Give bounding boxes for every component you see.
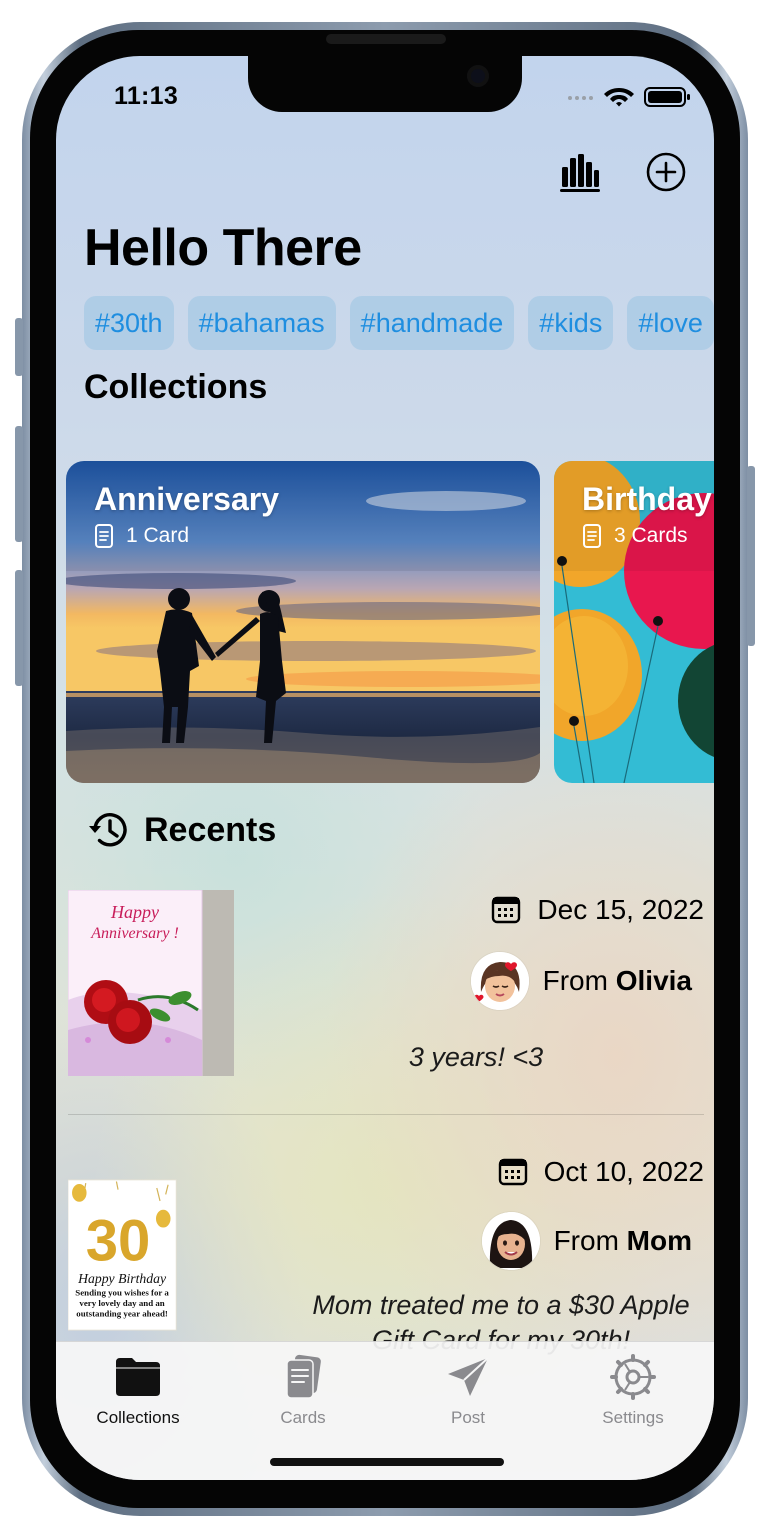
- collection-count: 1 Card: [126, 524, 190, 547]
- recent-date: Oct 10, 2022: [543, 1156, 704, 1187]
- add-icon[interactable]: [644, 150, 688, 194]
- tab-label: Post: [450, 1408, 486, 1427]
- tab-label: Settings: [602, 1408, 664, 1427]
- volume-down-button: [15, 570, 23, 686]
- date-row: Dec 15, 2022: [491, 894, 704, 926]
- cards-icon: [286, 1354, 321, 1399]
- from-prefix: From: [542, 965, 608, 996]
- recent-date: Dec 15, 2022: [537, 894, 704, 925]
- calendar-icon: [498, 1158, 527, 1186]
- collections-heading: Collections: [84, 368, 268, 406]
- tag-chip[interactable]: #30th: [84, 296, 174, 350]
- volume-up-button: [15, 426, 23, 542]
- card-text-line: Sending you wishes for a very lovely day…: [75, 1288, 169, 1319]
- front-camera: [467, 65, 489, 87]
- tag-chip[interactable]: #bahamas: [187, 296, 336, 350]
- collection-count-row: 3 Cards: [582, 523, 688, 549]
- card-icon: [583, 524, 601, 548]
- collection-card-birthday[interactable]: Birthday 3 Cards: [554, 461, 714, 783]
- collection-title: Birthday: [582, 481, 712, 517]
- tab-label: Collections: [96, 1408, 180, 1427]
- card-number: 30: [86, 1209, 151, 1274]
- sender-name: Mom: [626, 1225, 692, 1256]
- card-text-line: Anniversary !: [90, 925, 179, 942]
- status-time: 11:13: [114, 82, 179, 110]
- home-indicator: [270, 1458, 504, 1466]
- sender-name: Olivia: [615, 965, 692, 996]
- notch: [248, 56, 522, 112]
- sender-label: From Olivia: [543, 965, 692, 997]
- recent-note: 3 years! <3: [408, 1042, 544, 1072]
- tab-post[interactable]: Post: [393, 1354, 543, 1428]
- stats-icon[interactable]: [558, 150, 602, 194]
- tab-label: Cards: [280, 1408, 326, 1427]
- gear-icon: [610, 1354, 656, 1400]
- collection-count: 3 Cards: [614, 524, 688, 547]
- battery-icon: [644, 87, 690, 107]
- memoji-avatar: [470, 952, 529, 1010]
- tab-collections[interactable]: Collections: [63, 1354, 213, 1428]
- paperplane-icon: [448, 1357, 489, 1396]
- recent-card-row[interactable]: 30 Happy Birthday Sending you wishes for…: [68, 1156, 704, 1362]
- power-button: [747, 466, 755, 646]
- tab-cards[interactable]: Cards: [228, 1354, 378, 1428]
- from-prefix: From: [553, 1225, 619, 1256]
- sender-row: From Olivia: [470, 952, 692, 1010]
- folder-icon: [116, 1358, 160, 1396]
- date-row: Oct 10, 2022: [498, 1156, 704, 1188]
- earpiece-speaker: [326, 34, 446, 44]
- app-screen: 11:13 Hello There #30th #bahamas #handma…: [56, 56, 714, 1480]
- card-thumbnail[interactable]: 30 Happy Birthday Sending you wishes for…: [68, 1162, 202, 1348]
- history-icon: [89, 813, 127, 847]
- calendar-icon: [492, 896, 521, 924]
- page-title: Hello There: [84, 219, 362, 277]
- collection-title: Anniversary: [94, 481, 279, 517]
- divider: [68, 1114, 704, 1115]
- card-thumbnail[interactable]: Happy Anniversary !: [68, 890, 234, 1076]
- sender-row: From Mom: [481, 1212, 692, 1270]
- avatar: [470, 952, 529, 1010]
- tag-chip[interactable]: #kids: [528, 296, 614, 350]
- action-button: [15, 318, 23, 376]
- avatar: [481, 1212, 540, 1270]
- tab-settings[interactable]: Settings: [558, 1354, 708, 1428]
- card-text-line: Happy: [110, 902, 159, 922]
- recents-heading: Recents: [144, 810, 277, 849]
- sender-label: From Mom: [554, 1225, 692, 1257]
- collection-card-anniversary[interactable]: Anniversary 1 Card: [66, 461, 540, 783]
- collection-count-row: 1 Card: [94, 523, 189, 549]
- card-text-line: Happy Birthday: [77, 1271, 167, 1286]
- status-icons: [568, 87, 690, 107]
- tag-chip[interactable]: #handmade: [349, 296, 515, 350]
- memoji-avatar: [481, 1212, 540, 1270]
- tag-chip[interactable]: #love: [627, 296, 714, 350]
- wifi-icon: [604, 88, 634, 107]
- cellular-signal-icon: [568, 96, 593, 100]
- tag-list: #30th #bahamas #handmade #kids #love: [84, 296, 714, 352]
- recents-header: Recents: [86, 808, 276, 852]
- card-icon: [95, 524, 113, 548]
- recent-card-row[interactable]: Happy Anniversary ! Dec 15, 2022 From Ol…: [68, 890, 704, 1090]
